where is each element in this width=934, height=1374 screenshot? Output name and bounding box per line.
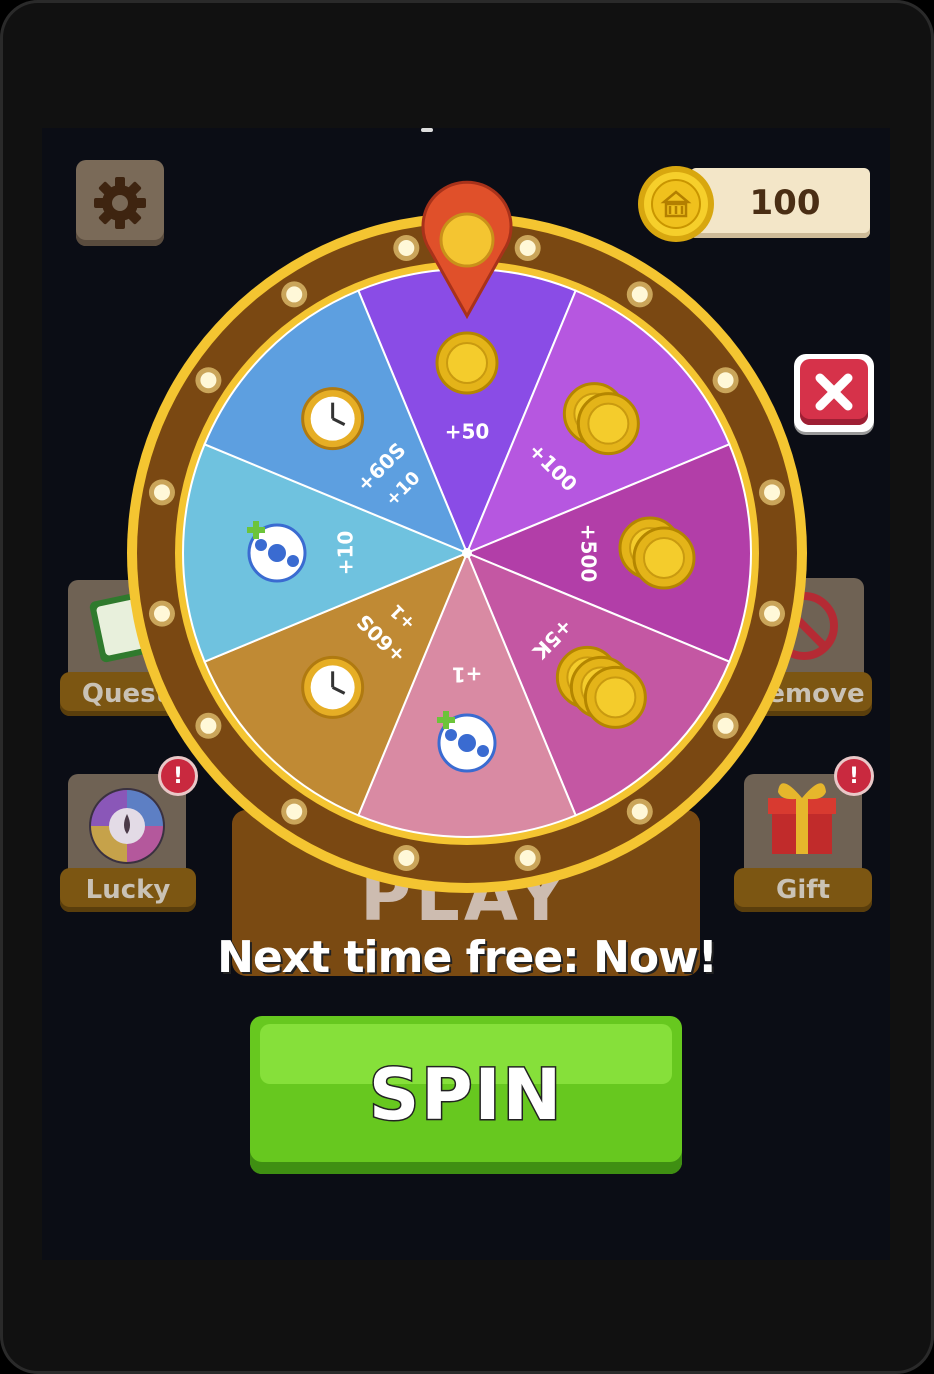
wheel-light bbox=[200, 372, 217, 389]
wheel-light bbox=[153, 484, 170, 501]
wheel-segment-label: +500 bbox=[577, 524, 601, 583]
wheel-light bbox=[717, 372, 734, 389]
wheel-light bbox=[717, 717, 734, 734]
wheel-segment-label: +50 bbox=[445, 420, 490, 444]
wheel-light bbox=[631, 286, 648, 303]
stopwatch-icon bbox=[301, 387, 365, 451]
wheel-light bbox=[398, 239, 415, 256]
coin-icon bbox=[435, 331, 499, 395]
wheel-segment-label: +10 bbox=[334, 531, 358, 576]
wheel-light bbox=[519, 850, 536, 867]
wheel-light bbox=[631, 803, 648, 820]
wheel-light bbox=[764, 605, 781, 622]
wheel-light bbox=[153, 605, 170, 622]
wheel-hub bbox=[462, 548, 472, 558]
wheel-segment-label: +1 bbox=[452, 663, 483, 687]
spin-button[interactable]: SPIN bbox=[250, 1016, 682, 1174]
wheel-light bbox=[200, 717, 217, 734]
wheel-light bbox=[286, 286, 303, 303]
wheel-light bbox=[519, 239, 536, 256]
wheel-light bbox=[286, 803, 303, 820]
next-free-text: Next time free: Now! bbox=[217, 932, 718, 983]
wheel-light bbox=[398, 850, 415, 867]
stopwatch-icon bbox=[301, 655, 365, 719]
wheel-light bbox=[764, 484, 781, 501]
spin-label: SPIN bbox=[367, 1053, 564, 1138]
